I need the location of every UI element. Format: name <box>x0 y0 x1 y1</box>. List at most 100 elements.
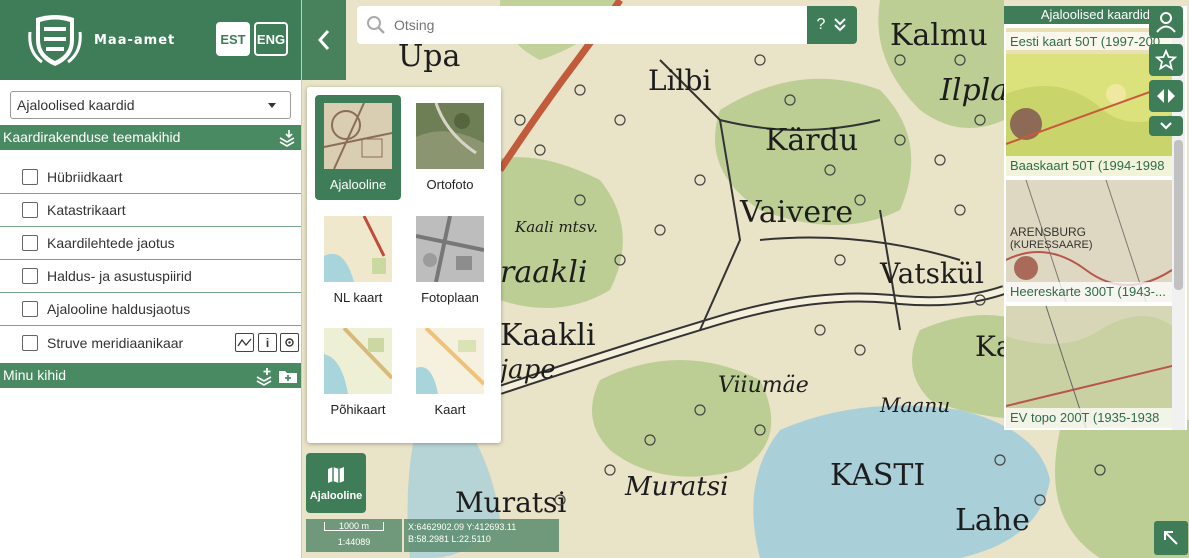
expand-corner-button[interactable] <box>1154 521 1188 555</box>
map-label: Vatskül <box>879 257 984 290</box>
map-label: Kärdu <box>765 123 858 158</box>
historical-maps-title: Ajaloolised kaardid <box>1004 6 1156 24</box>
map-type-select[interactable]: Ajaloolised kaardid <box>10 91 291 119</box>
layer-checkbox[interactable] <box>22 301 38 317</box>
basemap-thumbnail <box>324 328 392 394</box>
basemap-label: Ajalooline <box>329 177 387 192</box>
map-application: Upa Lilbi Kalmu Ilpla Kärdu Vaivere Vats… <box>0 0 1189 558</box>
layers-down-icon[interactable] <box>277 128 297 148</box>
theme-layers-header[interactable]: Kaardirakenduse teemakihid <box>0 125 301 150</box>
layer-checkbox[interactable] <box>22 334 38 351</box>
thumbnail-text: ARENSBURG <box>1010 225 1086 239</box>
estonian-coat-of-arms-icon <box>28 15 82 66</box>
search-input[interactable] <box>394 17 794 33</box>
basemap-popup: Ajalooline Ortofoto NL kaart Fotoplaan P… <box>307 87 501 443</box>
info-icon[interactable]: i <box>258 333 277 352</box>
theme-layers-heading: Kaardirakenduse teemakihid <box>3 129 181 145</box>
chevron-down-icon <box>268 103 276 108</box>
basemap-label: Põhikaart <box>330 402 386 417</box>
left-panel: Maa-amet EST ENG Ajaloolised kaardid Kaa… <box>0 0 302 558</box>
historical-map-card[interactable]: Eesti kaart 50T (1997-200 <box>1006 28 1172 54</box>
add-layer-icon[interactable] <box>254 366 274 386</box>
expand-tools-button[interactable] <box>1149 116 1183 136</box>
map-label: Muratsi <box>455 486 566 519</box>
basemap-label: NL kaart <box>333 290 383 305</box>
basemap-option-base-map[interactable]: Põhikaart <box>315 320 401 425</box>
layer-label: Haldus- ja asustuspiirid <box>47 268 192 284</box>
gear-icon[interactable] <box>280 333 299 352</box>
map-label: KASTI <box>830 458 925 493</box>
coordinate-readout: X:6462902.09 Y:412693.11 B:58.2981 L:22.… <box>404 519 559 552</box>
help-button[interactable]: ? <box>817 16 826 34</box>
layer-checkbox[interactable] <box>22 235 38 251</box>
basemap-toggle-button[interactable]: Ajalooline <box>306 453 366 513</box>
coords-bl: B:58.2981 L:22.5110 <box>408 534 491 544</box>
map-label: Viiumäe <box>718 373 809 398</box>
basemap-label: Ortofoto <box>426 177 474 192</box>
layer-checkbox[interactable] <box>22 268 38 284</box>
scrollbar-thumb[interactable] <box>1174 140 1183 290</box>
historical-map-card[interactable]: Baaskaart 50T (1994-1998 <box>1006 54 1172 176</box>
layer-label: Katastrikaart <box>47 202 126 218</box>
basemap-thumbnail <box>416 328 484 394</box>
add-folder-icon[interactable] <box>278 366 298 386</box>
historical-map-label: EV topo 200T (1935-1938 <box>1006 408 1172 428</box>
historical-map-card[interactable]: EV topo 200T (1935-1938 <box>1006 306 1172 428</box>
basemap-thumbnail <box>324 103 392 169</box>
basemap-option-photoplan[interactable]: Fotoplaan <box>407 208 493 313</box>
coords-xy: X:6462902.09 Y:412693.11 <box>408 522 517 532</box>
basemap-option-nl-map[interactable]: NL kaart <box>315 208 401 313</box>
layer-row-hybrid[interactable]: Hübriidkaart <box>0 161 301 194</box>
map-label: Maanu <box>879 393 950 417</box>
historical-map-label: Baaskaart 50T (1994-1998 <box>1006 156 1172 176</box>
map-label: Kaali mtsv. <box>514 218 598 236</box>
layer-row-historical-admin[interactable]: Ajalooline haldusjaotus <box>0 293 301 326</box>
basemap-thumbnail <box>416 216 484 282</box>
historical-map-card[interactable]: ARENSBURG (KURESSAARE) Heereskarte 300T … <box>1006 180 1172 302</box>
basemap-thumbnail <box>324 216 392 282</box>
thumbnail-text: (KURESSAARE) <box>1010 239 1093 251</box>
map-label: Vaivere <box>739 195 853 230</box>
user-button[interactable] <box>1149 6 1183 38</box>
layer-row-admin-borders[interactable]: Haldus- ja asustuspiirid <box>0 260 301 293</box>
map-label: Ilpla <box>939 73 1008 108</box>
map-label: jape <box>495 355 556 385</box>
layer-label: Kaardilehtede jaotus <box>47 235 175 251</box>
historical-map-label: Heereskarte 300T (1943-... <box>1006 282 1172 302</box>
layer-row-map-sheets[interactable]: Kaardilehtede jaotus <box>0 227 301 260</box>
map-label: Kalmu <box>890 18 988 53</box>
collapse-panel-button[interactable] <box>302 0 346 80</box>
chevron-down-icon <box>1160 122 1172 130</box>
language-est-button[interactable]: EST <box>216 22 250 56</box>
split-arrows-icon <box>1157 89 1175 103</box>
my-layers-header[interactable]: Minu kihid <box>0 363 301 388</box>
layer-label: Hübriidkaart <box>47 169 123 185</box>
scale-bar: 1000 m 1:44089 <box>306 519 402 552</box>
my-layers-heading: Minu kihid <box>3 367 67 383</box>
user-icon <box>1156 12 1176 33</box>
chevron-left-icon <box>317 30 330 50</box>
search-box <box>357 6 807 44</box>
compare-maps-button[interactable] <box>1149 80 1183 112</box>
search-icon <box>367 16 385 34</box>
basemap-current-label: Ajalooline <box>309 490 363 502</box>
graph-icon[interactable] <box>235 333 254 352</box>
map-label: Lahe <box>955 503 1030 538</box>
double-chevron-down-icon[interactable] <box>833 17 847 33</box>
scale-bar-length: 1000 m <box>324 522 384 531</box>
map-type-select-value: Ajaloolised kaardid <box>17 97 135 113</box>
search-actions: ? <box>807 6 857 44</box>
favorites-button[interactable] <box>1149 44 1183 76</box>
basemap-thumbnail <box>416 103 484 169</box>
layer-checkbox[interactable] <box>22 202 38 218</box>
layer-label: Struve meridiaanikaar <box>47 334 184 351</box>
language-eng-button[interactable]: ENG <box>254 22 288 56</box>
basemap-option-map[interactable]: Kaart <box>407 320 493 425</box>
layer-row-struve[interactable]: Struve meridiaanikaar i <box>0 326 301 359</box>
layer-row-cadastral[interactable]: Katastrikaart <box>0 194 301 227</box>
basemap-option-historical[interactable]: Ajalooline <box>315 95 401 200</box>
basemap-option-orthophoto[interactable]: Ortofoto <box>407 95 493 200</box>
historical-map-label: Eesti kaart 50T (1997-200 <box>1006 32 1172 50</box>
layer-checkbox[interactable] <box>22 169 38 185</box>
map-label: raakli <box>500 255 587 290</box>
